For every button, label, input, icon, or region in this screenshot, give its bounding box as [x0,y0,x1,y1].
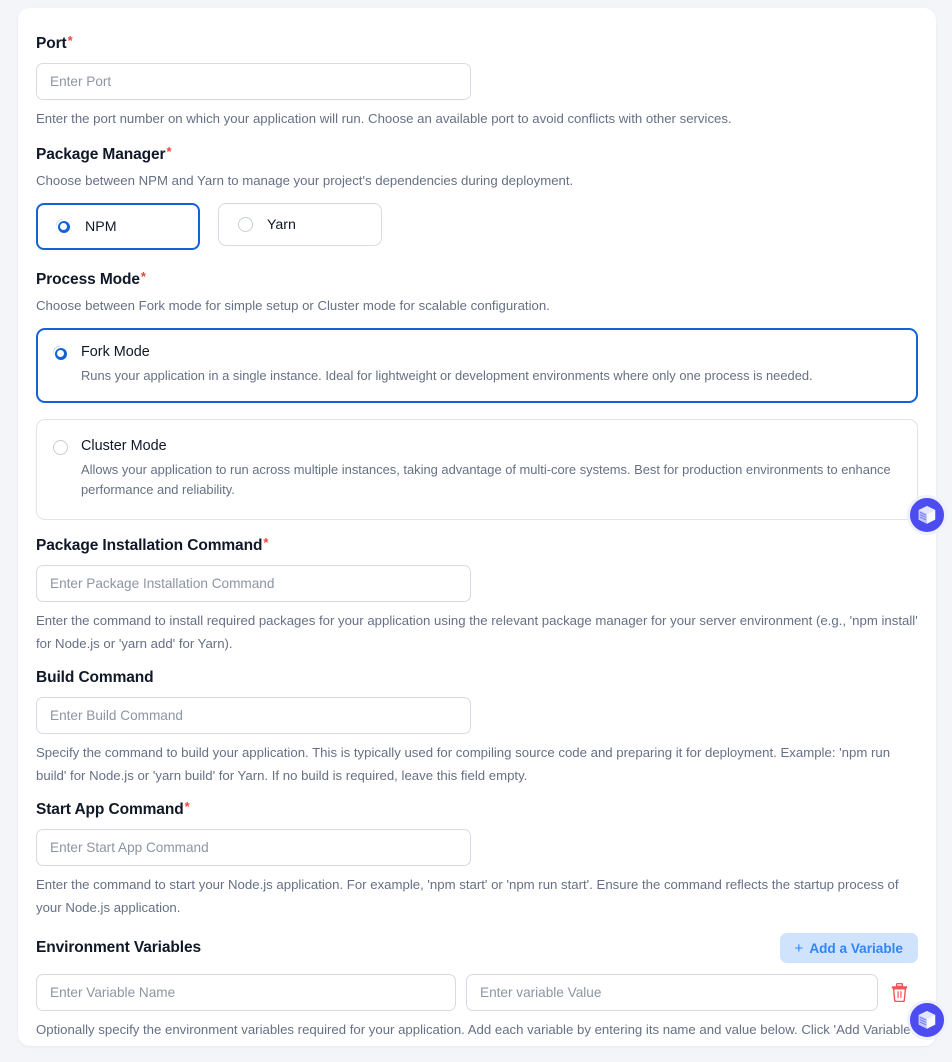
trash-icon [891,983,907,1002]
radio-yarn-icon[interactable] [238,217,253,232]
required-marker: * [166,144,172,159]
package-manager-label: Package Manager* [36,144,172,164]
process-mode-option-cluster-description: Allows your application to run across mu… [81,462,891,497]
field-start-app-command: Start App Command* Enter the command to … [36,800,918,919]
add-a-variable-button-label: Add a Variable [809,940,903,956]
port-label: Port* [36,33,73,53]
process-mode-option-fork-description: Runs your application in a single instan… [81,368,813,383]
required-marker: * [140,269,146,284]
build-command-helper-text: Specify the command to build your applic… [36,745,891,783]
port-input[interactable] [36,63,471,100]
required-marker: * [184,799,190,814]
delete-variable-button[interactable] [888,981,910,1005]
field-environment-variables: Environment Variables + Add a Variable E… [36,933,918,1046]
assistant-cube-button-bottom[interactable] [907,1000,947,1040]
required-marker: * [67,33,73,48]
package-manager-helper-text: Choose between NPM and Yarn to manage yo… [36,173,574,188]
field-package-manager: Package Manager* Choose between NPM and … [36,145,918,250]
add-a-variable-button[interactable]: + Add a Variable [779,933,918,963]
variable-value-input[interactable] [466,974,878,1011]
start-app-command-helper-text: Enter the command to start your Node.js … [36,877,899,915]
process-mode-helper-text: Choose between Fork mode for simple setu… [36,298,550,313]
package-installation-command-helper-text: Enter the command to install required pa… [36,613,918,651]
package-installation-command-label: Package Installation Command* [36,535,269,555]
process-mode-option-cluster-title: Cluster Mode [81,438,167,454]
start-app-command-label: Start App Command* [36,799,190,819]
radio-fork-mode-icon[interactable] [52,345,69,362]
port-helper-text: Enter the port number on which your appl… [36,111,732,126]
variable-name-input[interactable] [36,974,456,1011]
settings-form-card: Port* Enter the port number on which you… [18,8,936,1046]
process-mode-option-fork-title: Fork Mode [81,344,150,360]
process-mode-option-cluster[interactable]: Cluster Mode Allows your application to … [36,419,918,520]
environment-variables-label: Environment Variables [36,939,202,956]
process-mode-label: Process Mode* [36,269,146,289]
start-app-command-input[interactable] [36,829,471,866]
build-command-input[interactable] [36,697,471,734]
process-mode-option-fork[interactable]: Fork Mode Runs your application in a sin… [36,328,918,403]
environment-variable-row [36,974,918,1011]
assistant-cube-button-top[interactable] [907,495,947,535]
plus-icon: + [794,939,804,957]
cube-icon [918,506,936,524]
field-build-command: Build Command Specify the command to bui… [36,668,918,787]
package-manager-option-npm-label: NPM [85,218,117,235]
field-port: Port* Enter the port number on which you… [36,34,918,130]
package-manager-options: NPM Yarn [36,203,918,250]
field-package-installation-command: Package Installation Command* Enter the … [36,536,918,655]
environment-variables-header: Environment Variables + Add a Variable [36,933,918,963]
required-marker: * [263,535,269,550]
package-manager-option-yarn-label: Yarn [267,216,296,233]
cube-icon [918,1011,936,1029]
build-command-label: Build Command [36,669,154,686]
field-process-mode: Process Mode* Choose between Fork mode f… [36,270,918,520]
package-manager-option-npm[interactable]: NPM [36,203,200,250]
package-installation-command-input[interactable] [36,565,471,602]
radio-cluster-mode-icon[interactable] [53,440,68,455]
environment-variables-helper-text: Optionally specify the environment varia… [36,1022,914,1046]
radio-npm-icon[interactable] [55,218,72,235]
package-manager-option-yarn[interactable]: Yarn [218,203,382,246]
